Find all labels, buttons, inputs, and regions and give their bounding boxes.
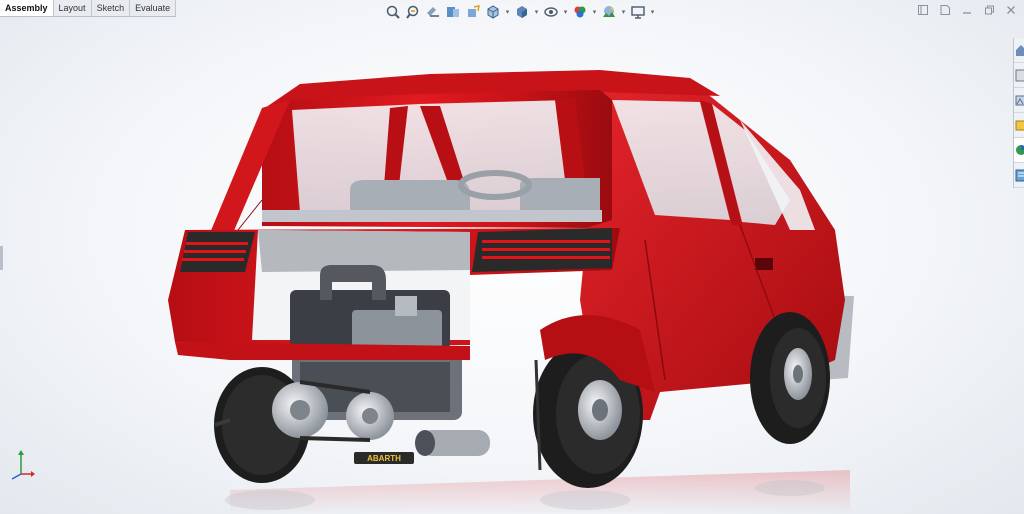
dynamic-annotation-icon[interactable] [464,3,482,21]
display-style-dropdown-icon[interactable]: ▾ [533,3,540,21]
svg-text:ABARTH: ABARTH [367,454,401,463]
maximize-icon[interactable] [982,3,996,17]
home-icon[interactable] [1014,38,1024,63]
minimize-icon[interactable] [960,3,974,17]
display-style-icon[interactable] [513,3,531,21]
new-window-icon[interactable] [938,3,952,17]
previous-view-icon[interactable] [424,3,442,21]
zoom-to-area-icon[interactable] [404,3,422,21]
hide-show-dropdown-icon[interactable]: ▾ [562,3,569,21]
view-settings-dropdown-icon[interactable]: ▾ [649,3,656,21]
front-right-wheel [750,312,830,444]
tab-assembly[interactable]: Assembly [0,0,54,16]
tab-sketch[interactable]: Sketch [92,0,131,16]
tail-light-right [472,228,612,272]
restore-pane-icon[interactable] [916,3,930,17]
apply-scene-icon[interactable] [600,3,618,21]
graphics-area[interactable]: ABARTH [0,24,1014,514]
appearances-icon[interactable] [1014,138,1024,163]
edit-appearance-dropdown-icon[interactable]: ▾ [591,3,598,21]
resources-icon[interactable] [1014,63,1024,88]
custom-properties-icon[interactable] [1014,163,1024,188]
command-manager-tabs: Assembly Layout Sketch Evaluate [0,0,177,17]
exhaust-pipe [415,430,490,456]
design-library-icon[interactable] [1014,88,1024,113]
close-icon[interactable] [1004,3,1018,17]
document-window-controls [916,3,1018,17]
abarth-badge: ABARTH [354,452,414,464]
door-handle [755,258,773,270]
edit-appearance-icon[interactable] [571,3,589,21]
task-pane-tabs [1013,38,1024,188]
hide-show-items-icon[interactable] [542,3,560,21]
reference-triad [11,450,35,480]
view-orientation-icon[interactable] [484,3,502,21]
view-settings-icon[interactable] [629,3,647,21]
tab-evaluate[interactable]: Evaluate [130,0,177,16]
heads-up-view-toolbar: ▾ ▾ ▾ ▾ ▾ ▾ [384,2,656,22]
tab-layout[interactable]: Layout [54,0,92,16]
floor-reflection [225,470,850,514]
tail-light-left [180,232,255,272]
zoom-to-fit-icon[interactable] [384,3,402,21]
file-explorer-icon[interactable] [1014,113,1024,138]
apply-scene-dropdown-icon[interactable]: ▾ [620,3,627,21]
section-view-icon[interactable] [444,3,462,21]
view-orientation-dropdown-icon[interactable]: ▾ [504,3,511,21]
